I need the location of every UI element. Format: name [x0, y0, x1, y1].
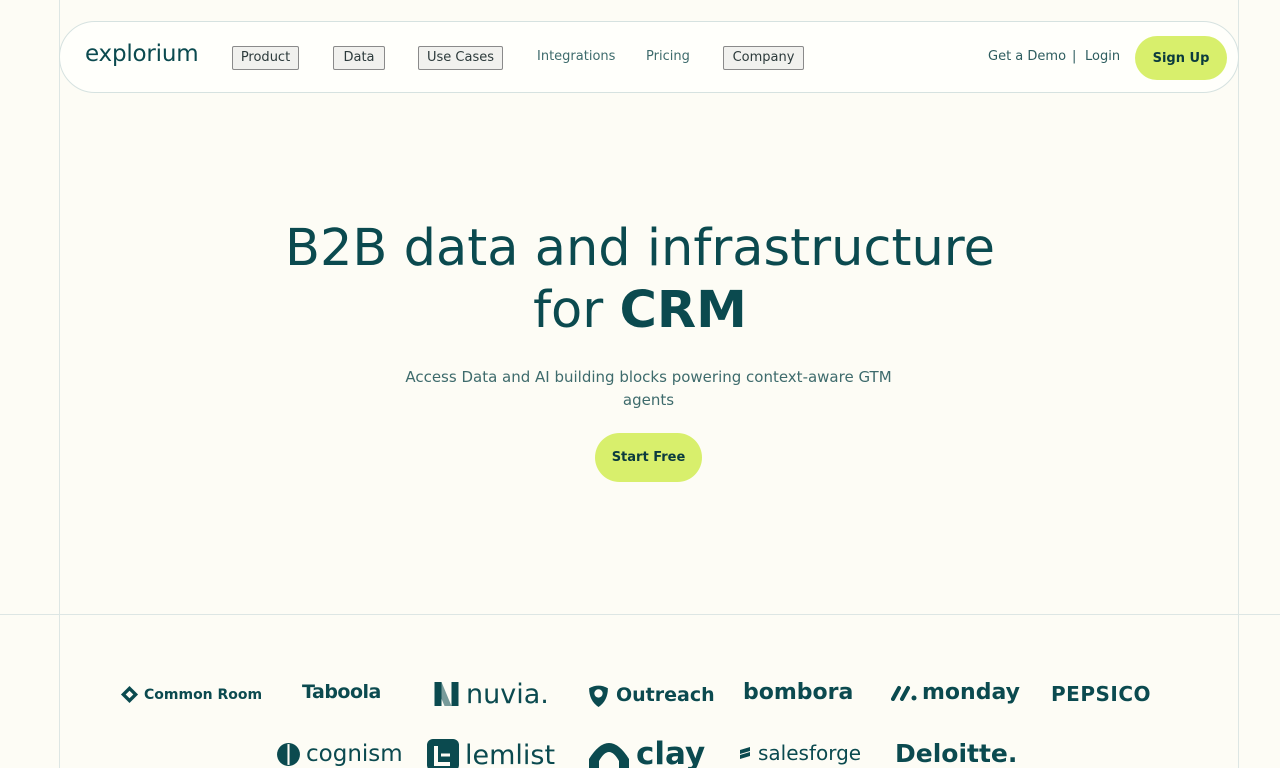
nav-pricing-link[interactable]: Pricing	[646, 49, 690, 64]
logo-clay: clay	[587, 737, 705, 768]
hero-title-highlight: CRM	[619, 281, 747, 340]
diamond-icon	[120, 685, 139, 704]
logo-outreach: Outreach	[586, 683, 715, 708]
nav-data-button[interactable]: Data	[333, 46, 385, 70]
section-divider	[0, 614, 1280, 615]
n-mark-icon	[434, 682, 459, 706]
brand-logo[interactable]: explorium	[85, 41, 199, 67]
login-link[interactable]: Login	[1085, 49, 1120, 64]
nav-separator: |	[1072, 49, 1077, 64]
nav-integrations-link[interactable]: Integrations	[537, 49, 615, 64]
nav-product-button[interactable]: Product	[232, 46, 299, 70]
start-free-button[interactable]: Start Free	[595, 433, 702, 482]
logo-pepsico: PEPSICO	[1051, 682, 1152, 706]
hero-title-line1: B2B data and infrastructure	[285, 219, 995, 278]
nav-use-cases-button[interactable]: Use Cases	[418, 46, 503, 70]
get-demo-link[interactable]: Get a Demo	[988, 49, 1066, 64]
top-navbar: explorium Product Data Use Cases Integra…	[59, 21, 1239, 93]
arch-icon	[589, 743, 629, 768]
sign-up-button[interactable]: Sign Up	[1135, 36, 1227, 80]
circle-icon	[277, 743, 300, 766]
shield-icon	[589, 685, 608, 707]
logo-cognism: cognism	[276, 742, 403, 767]
logo-deloitte: Deloitte.	[895, 739, 1018, 768]
logo-monday: monday	[891, 682, 1020, 704]
nav-company-button[interactable]: Company	[723, 46, 804, 70]
logo-bombora: bombora	[743, 680, 854, 705]
slash-dots-icon	[891, 686, 917, 701]
hero-title-line2-prefix: for	[533, 281, 620, 340]
square-l-icon	[427, 739, 459, 768]
logo-common-room: Common Room	[120, 685, 262, 704]
logo-taboola: Taboola	[302, 681, 381, 703]
hero-subtitle: Access Data and AI building blocks power…	[405, 368, 892, 409]
s-mark-icon	[740, 747, 750, 759]
left-guide-line	[59, 0, 60, 768]
logo-nuvia: nuvia.	[432, 680, 549, 708]
logo-salesforge: salesforge	[737, 743, 861, 763]
right-guide-line	[1238, 0, 1239, 768]
logo-lemlist: lemlist	[426, 738, 555, 768]
hero-title: B2B data and infrastructure for CRM	[0, 218, 1280, 342]
